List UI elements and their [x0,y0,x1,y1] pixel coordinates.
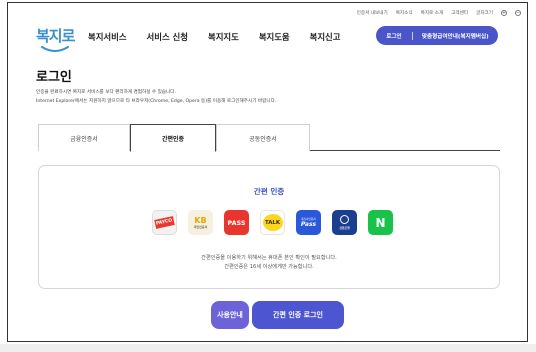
main-nav: 복지서비스 서비스 신청 복지지도 복지도움 복지신고 [88,31,340,43]
usage-guide-button[interactable]: 사용안내 [211,301,249,329]
auth-note-2: 간편인증은 16세 이상에게만 가능합니다. [224,264,314,270]
naver-icon[interactable]: N [368,210,393,235]
util-link-news[interactable]: 복지소식 [396,10,413,16]
naver-label: N [375,215,386,230]
auth-provider-list: PAYCO KB 국민인증서 PASS TALK 통신사인증서 Pass 신한은… [152,210,393,235]
site-logo[interactable]: 복지로 [36,25,76,55]
font-decrease-icon[interactable]: − [515,10,521,16]
telecom-pass-icon[interactable]: 통신사인증서 Pass [296,210,321,235]
card-title: 간편 인증 [253,187,285,196]
nav-item-service-apply[interactable]: 서비스 신청 [147,31,188,43]
shinhan-logo-mark [340,215,349,224]
telecom-pass-label: Pass [300,221,317,228]
header-login-button[interactable]: 로그인 [376,32,412,40]
utility-links: 인증서 내보내기 복지소식 복지로 소개 고객센터 글자크기 + − [357,10,521,16]
simple-auth-card: 간편 인증 PAYCO KB 국민인증서 PASS TALK 통신사인증서 Pa… [38,165,500,289]
pass-label: PASS [227,218,246,227]
header-pill: 로그인 맞춤형급여안내(복지멤버십) [376,26,498,45]
pass-icon[interactable]: PASS [224,210,249,235]
nav-item-welfare-map[interactable]: 복지지도 [208,31,239,43]
kakaotalk-icon[interactable]: TALK [260,210,285,235]
tab-joint-cert[interactable]: 공동인증서 [216,124,310,151]
font-increase-icon[interactable]: + [501,10,507,16]
shinhan-label: 신한은행 [339,226,350,230]
auth-note-1: 간편인증을 이용하기 위해서는 휴대폰 본인 확인이 필요합니다. [201,255,337,261]
payco-icon[interactable]: PAYCO [152,210,177,235]
simple-auth-login-button[interactable]: 간편 인증 로그인 [252,301,344,329]
tab-financial-cert[interactable]: 금융인증서 [38,124,130,151]
page-title: 로그인 [36,70,72,85]
page-description-1: 인증을 완료하시면 복지로 서비스를 보다 편리하게 경험하실 수 있습니다. [36,90,176,95]
browser-frame: 인증서 내보내기 복지소식 복지로 소개 고객센터 글자크기 + − 복지로 복… [7,2,528,342]
benefit-guide-button[interactable]: 맞춤형급여안내(복지멤버십) [413,32,498,40]
kb-sub-label: 국민인증서 [193,225,208,229]
util-link-cert-export[interactable]: 인증서 내보내기 [357,10,388,16]
window-bottom-bar [0,344,536,352]
talk-label: TALK [262,214,283,231]
nav-item-welfare-help[interactable]: 복지도움 [259,31,290,43]
page-description-2: Internet Explorer에서는 지원하지 않으므로 타 브라우저(Ch… [36,99,277,104]
kb-cert-icon[interactable]: KB 국민인증서 [188,210,213,235]
util-link-about[interactable]: 복지로 소개 [421,10,444,16]
logo-text: 복지로 [36,27,75,45]
login-tabs: 금융인증서 간편인증 공동인증서 [38,124,500,152]
nav-item-welfare-report[interactable]: 복지신고 [310,31,341,43]
util-font-size-label: 글자크기 [476,11,493,16]
tab-simple-auth[interactable]: 간편인증 [130,124,216,152]
payco-label: PAYCO [154,216,175,229]
nav-item-welfare-services[interactable]: 복지서비스 [88,31,127,43]
kb-mark: KB [194,216,207,225]
util-link-support[interactable]: 고객센터 [451,10,468,16]
logo-smile-icon [41,46,69,52]
shinhan-bank-icon[interactable]: 신한은행 [332,210,357,235]
